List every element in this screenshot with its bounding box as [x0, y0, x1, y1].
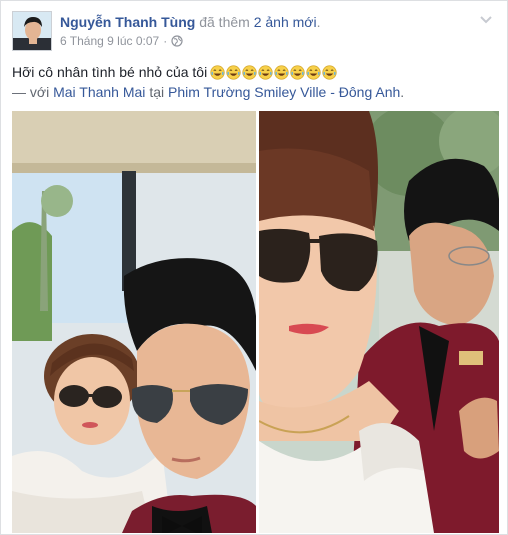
- author-avatar[interactable]: [12, 11, 52, 51]
- laughing-tears-emoji-icon: [306, 64, 321, 80]
- post-message: Hỡi cô nhân tình bé nhỏ của tôi: [12, 63, 337, 81]
- location-link[interactable]: Phim Trường Smiley Ville - Đông Anh: [168, 84, 400, 100]
- post-message-text: Hỡi cô nhân tình bé nhỏ của tôi: [12, 64, 208, 80]
- meta-separator: ·: [163, 34, 168, 48]
- tagged-person-link[interactable]: Mai Thanh Mai: [53, 84, 145, 100]
- feed-post: Nguyễn Thanh Tùng đã thêm 2 ảnh mới. 6 T…: [0, 0, 508, 535]
- photo-1[interactable]: [12, 111, 256, 533]
- action-prefix: đã thêm: [199, 14, 250, 30]
- author-line: Nguyễn Thanh Tùng đã thêm 2 ảnh mới.: [60, 13, 320, 31]
- tag-suffix: .: [400, 84, 405, 100]
- laughing-tears-emoji-icon: [210, 64, 225, 80]
- photo-count-link[interactable]: 2 ảnh mới: [254, 14, 317, 30]
- author-name-link[interactable]: Nguyễn Thanh Tùng: [60, 14, 195, 30]
- action-suffix: .: [316, 14, 321, 30]
- laughing-tears-emoji-icon: [226, 64, 241, 80]
- laughing-tears-emoji-icon: [258, 64, 273, 80]
- tag-at: tại: [149, 84, 165, 100]
- post-meta: 6 Tháng 9 lúc 0:07 ·: [60, 34, 183, 48]
- tag-line: — với Mai Thanh Mai tại Phim Trường Smil…: [12, 83, 404, 101]
- photo-2[interactable]: [259, 111, 499, 533]
- tag-prefix: — với: [12, 84, 50, 100]
- laughing-tears-emoji-icon: [242, 64, 257, 80]
- post-options-chevron-icon[interactable]: [477, 11, 495, 29]
- laughing-tears-emoji-icon: [274, 64, 289, 80]
- photo-grid: [12, 111, 499, 533]
- globe-icon[interactable]: [171, 35, 183, 47]
- laughing-tears-emoji-icon: [290, 64, 305, 80]
- emoji-row: [210, 64, 337, 80]
- laughing-tears-emoji-icon: [322, 64, 337, 80]
- post-timestamp[interactable]: 6 Tháng 9 lúc 0:07: [60, 34, 159, 48]
